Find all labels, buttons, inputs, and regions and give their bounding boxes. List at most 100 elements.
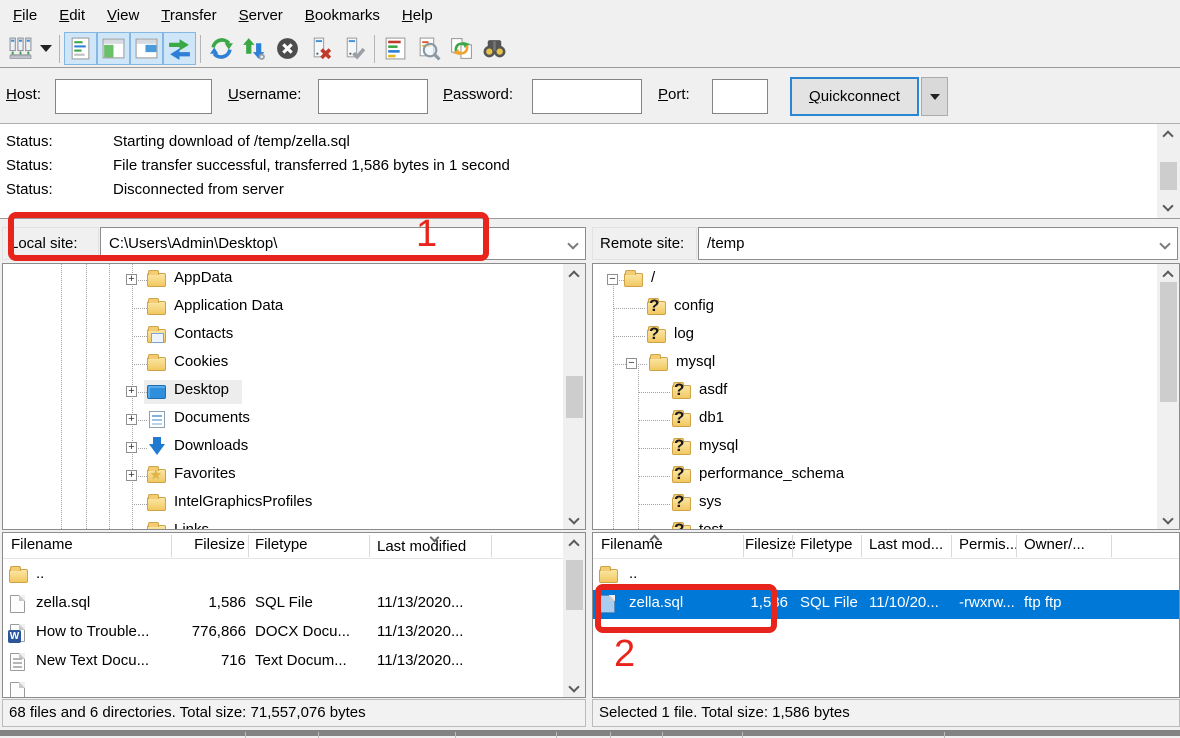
- tree-item-mysql-db[interactable]: mysql: [593, 434, 1179, 462]
- expander-minus-icon[interactable]: [607, 274, 618, 285]
- header-filename[interactable]: Filename: [11, 536, 73, 553]
- status-message: File transfer successful, transferred 1,…: [113, 154, 510, 178]
- remote-site-combo[interactable]: /temp: [698, 227, 1178, 260]
- expander-plus-icon[interactable]: [126, 470, 137, 481]
- tree-item-cookies[interactable]: Cookies: [3, 350, 585, 378]
- cancel-button[interactable]: [271, 32, 304, 65]
- process-queue-button[interactable]: [238, 32, 271, 65]
- toggle-queue-button[interactable]: [163, 32, 196, 65]
- tree-item-intelgraphicsprofiles[interactable]: IntelGraphicsProfiles: [3, 490, 585, 518]
- scroll-down-icon[interactable]: [568, 513, 579, 524]
- disconnect-button[interactable]: [304, 32, 337, 65]
- site-manager-button[interactable]: [4, 32, 37, 65]
- expander-plus-icon[interactable]: [126, 386, 137, 397]
- file-row-how-to-trouble[interactable]: How to Trouble... 776,866 DOCX Docu... 1…: [3, 619, 585, 648]
- header-filetype[interactable]: Filetype: [255, 536, 308, 553]
- header-permissions[interactable]: Permis...: [959, 536, 1018, 553]
- menu-edit[interactable]: Edit: [48, 3, 96, 28]
- header-filesize[interactable]: Filesize: [173, 536, 245, 553]
- tree-item-favorites[interactable]: Favorites: [3, 462, 585, 490]
- chevron-down-icon[interactable]: [1159, 238, 1170, 249]
- expander-plus-icon[interactable]: [126, 274, 137, 285]
- quickconnect-dropdown[interactable]: [921, 77, 948, 116]
- scroll-down-icon[interactable]: [1162, 200, 1173, 211]
- column-separator[interactable]: [491, 535, 492, 557]
- tree-item-documents[interactable]: Documents: [3, 406, 585, 434]
- scroll-up-icon[interactable]: [1162, 270, 1173, 281]
- chevron-down-icon[interactable]: [567, 238, 578, 249]
- menu-bookmarks[interactable]: Bookmarks: [294, 3, 391, 28]
- header-last-modified[interactable]: Last mod...: [869, 536, 943, 553]
- tree-item-config[interactable]: config: [593, 294, 1179, 322]
- expander-minus-icon[interactable]: [626, 358, 637, 369]
- scrollbar-thumb[interactable]: [566, 560, 583, 610]
- tree-item-db1[interactable]: db1: [593, 406, 1179, 434]
- file-row-parent[interactable]: ..: [3, 561, 585, 590]
- host-input[interactable]: [55, 79, 212, 114]
- header-last-modified[interactable]: Last modified: [377, 538, 466, 555]
- tree-item-asdf[interactable]: asdf: [593, 378, 1179, 406]
- quickconnect-button[interactable]: Quickconnect: [790, 77, 919, 116]
- header-filesize[interactable]: Filesize: [745, 536, 788, 553]
- toggle-remote-tree-button[interactable]: [130, 32, 163, 65]
- column-separator[interactable]: [248, 535, 249, 557]
- directory-comparison-button[interactable]: [412, 32, 445, 65]
- local-list-scrollbar[interactable]: [563, 533, 586, 698]
- tree-item-test[interactable]: test: [593, 518, 1179, 530]
- scroll-up-icon[interactable]: [568, 270, 579, 281]
- file-row-new-text-doc[interactable]: New Text Docu... 716 Text Docum... 11/13…: [3, 648, 585, 677]
- find-files-button[interactable]: [478, 32, 511, 65]
- scrollbar-thumb[interactable]: [1160, 162, 1177, 190]
- menu-help[interactable]: Help: [391, 3, 444, 28]
- expander-plus-icon[interactable]: [126, 414, 137, 425]
- log-scrollbar[interactable]: [1157, 124, 1180, 218]
- folder-icon: [624, 273, 643, 287]
- tree-item-application-data[interactable]: Application Data: [3, 294, 585, 322]
- port-input[interactable]: [712, 79, 768, 114]
- column-separator[interactable]: [743, 535, 744, 557]
- synchronized-browsing-button[interactable]: [445, 32, 478, 65]
- scroll-down-icon[interactable]: [1162, 513, 1173, 524]
- scrollbar-thumb[interactable]: [1160, 282, 1177, 402]
- toggle-log-button[interactable]: [64, 32, 97, 65]
- local-tree-scrollbar[interactable]: [563, 264, 586, 530]
- toggle-local-tree-button[interactable]: [97, 32, 130, 65]
- tree-item-performance-schema[interactable]: performance_schema: [593, 462, 1179, 490]
- file-row-zella-sql[interactable]: zella.sql 1,586 SQL File 11/13/2020...: [3, 590, 585, 619]
- menu-view[interactable]: View: [96, 3, 150, 28]
- remote-tree-scrollbar[interactable]: [1157, 264, 1180, 530]
- tree-item-downloads[interactable]: Downloads: [3, 434, 585, 462]
- tree-item-sys[interactable]: sys: [593, 490, 1179, 518]
- column-separator[interactable]: [171, 535, 172, 557]
- expander-plus-icon[interactable]: [126, 442, 137, 453]
- column-separator[interactable]: [951, 535, 952, 557]
- filter-button[interactable]: [379, 32, 412, 65]
- column-separator[interactable]: [369, 535, 370, 557]
- site-manager-dropdown[interactable]: [37, 32, 55, 65]
- scroll-up-icon[interactable]: [1162, 130, 1173, 141]
- tree-item-mysql[interactable]: mysql: [593, 350, 1179, 378]
- header-filetype[interactable]: Filetype: [800, 536, 853, 553]
- file-row-partial[interactable]: [3, 677, 585, 698]
- menu-server[interactable]: Server: [228, 3, 294, 28]
- menu-file[interactable]: File: [2, 3, 48, 28]
- header-owner[interactable]: Owner/...: [1024, 536, 1085, 553]
- tree-item-contacts[interactable]: Contacts: [3, 322, 585, 350]
- column-separator[interactable]: [861, 535, 862, 557]
- tree-item-appdata[interactable]: AppData: [3, 266, 585, 294]
- menu-transfer[interactable]: Transfer: [150, 3, 227, 28]
- username-input[interactable]: [318, 79, 428, 114]
- scrollbar-thumb[interactable]: [566, 376, 583, 418]
- scroll-up-icon[interactable]: [568, 539, 579, 550]
- password-input[interactable]: [532, 79, 642, 114]
- column-separator[interactable]: [1111, 535, 1112, 557]
- reconnect-button[interactable]: [337, 32, 370, 65]
- scroll-down-icon[interactable]: [568, 681, 579, 692]
- column-separator[interactable]: [792, 535, 793, 557]
- tree-item-desktop[interactable]: Desktop: [3, 378, 585, 406]
- column-separator[interactable]: [1016, 535, 1017, 557]
- tree-item-root[interactable]: /: [593, 266, 1179, 294]
- refresh-button[interactable]: [205, 32, 238, 65]
- tree-item-log[interactable]: log: [593, 322, 1179, 350]
- tree-item-links[interactable]: Links: [3, 518, 585, 530]
